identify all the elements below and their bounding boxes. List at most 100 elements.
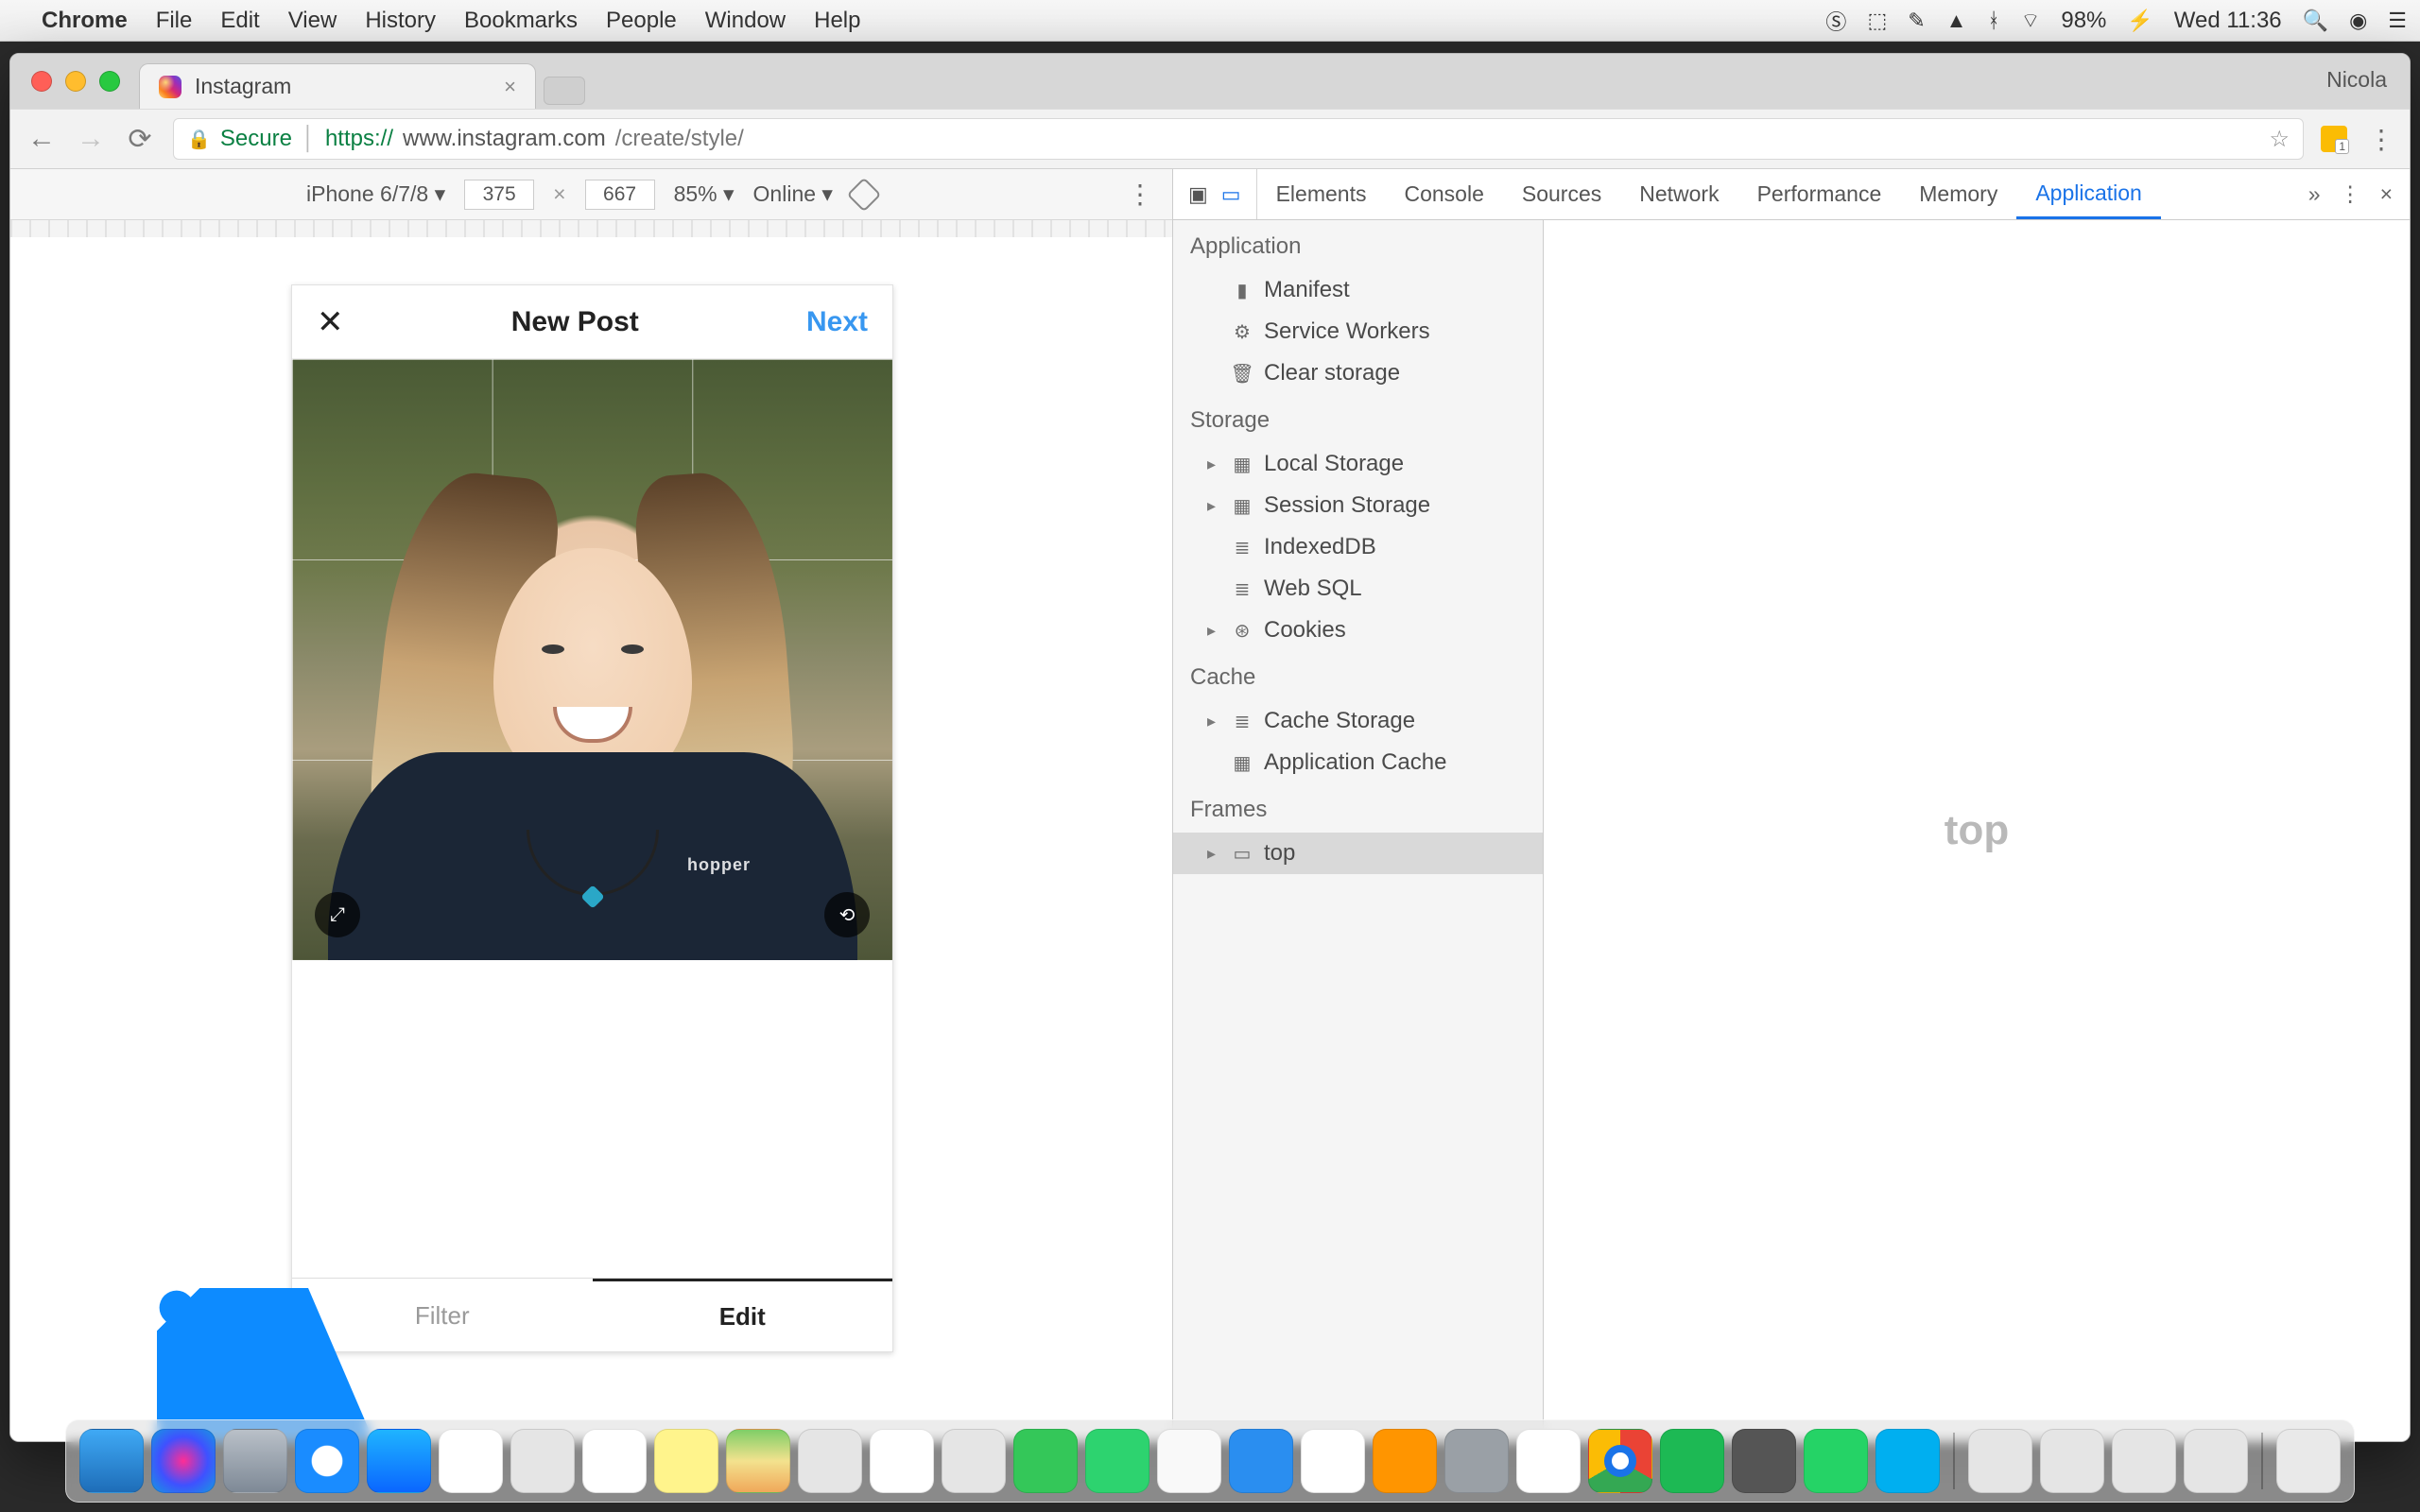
- dock-minimized-3[interactable]: [2184, 1429, 2248, 1493]
- dock-app-whatsapp[interactable]: [1804, 1429, 1868, 1493]
- dock-app-spotify[interactable]: [1660, 1429, 1724, 1493]
- dock-app-itunes[interactable]: [1301, 1429, 1365, 1493]
- address-bar[interactable]: 🔒 Secure │ https://www.instagram.com/cre…: [173, 118, 2304, 160]
- sidebar-item-service-workers[interactable]: ▸⚙Service Workers: [1173, 311, 1543, 352]
- inspect-element-icon[interactable]: ▣: [1188, 182, 1208, 207]
- devtools-close-button[interactable]: ×: [2380, 181, 2393, 207]
- newpost-close-button[interactable]: ✕: [317, 303, 344, 341]
- dock-app-chromed[interactable]: [1588, 1429, 1652, 1493]
- menubar-view[interactable]: View: [288, 8, 337, 34]
- menubar-history[interactable]: History: [365, 8, 436, 34]
- dropbox-menubar-icon[interactable]: ⬚: [1867, 9, 1887, 33]
- chrome-profile-name[interactable]: Nicola: [2326, 67, 2387, 93]
- devtools-tab-elements[interactable]: Elements: [1257, 169, 1386, 219]
- window-zoom-button[interactable]: [99, 71, 120, 92]
- network-throttle-select[interactable]: Online: [753, 181, 833, 207]
- sidebar-item-manifest[interactable]: ▸▮Manifest: [1173, 269, 1543, 311]
- menubar-bookmarks[interactable]: Bookmarks: [464, 8, 578, 34]
- siri-menubar-icon[interactable]: ◉: [2349, 9, 2367, 33]
- dock-app-ft[interactable]: [1085, 1429, 1150, 1493]
- device-select[interactable]: iPhone 6/7/8: [306, 181, 445, 207]
- sidebar-item-cache-storage[interactable]: ▸≣Cache Storage: [1173, 700, 1543, 742]
- devtools-tab-performance[interactable]: Performance: [1738, 169, 1901, 219]
- rotate-device-icon[interactable]: [847, 177, 882, 212]
- menubar-file[interactable]: File: [156, 8, 193, 34]
- battery-icon[interactable]: ⚡: [2127, 9, 2152, 33]
- dock-app-mail[interactable]: [439, 1429, 503, 1493]
- disclosure-triangle-icon[interactable]: ▸: [1207, 844, 1220, 864]
- sidebar-item-indexeddb[interactable]: ▸≣IndexedDB: [1173, 526, 1543, 568]
- dock-app-generic[interactable]: [510, 1429, 575, 1493]
- crop-expand-button[interactable]: ⤢: [315, 892, 360, 937]
- nav-back-button[interactable]: ←: [26, 123, 58, 155]
- disclosure-triangle-icon[interactable]: ▸: [1207, 455, 1220, 474]
- dock-app-evernote[interactable]: [1732, 1429, 1796, 1493]
- menubar-people[interactable]: People: [606, 8, 677, 34]
- dock-app-numbers[interactable]: [1157, 1429, 1221, 1493]
- dock-app-msgs[interactable]: [1013, 1429, 1078, 1493]
- dock-app-ibooks[interactable]: [1373, 1429, 1437, 1493]
- wifi-menubar-icon[interactable]: ⌔: [2021, 8, 2041, 34]
- menubar-clock[interactable]: Wed 11:36: [2174, 8, 2282, 34]
- skype-menubar-icon[interactable]: Ⓢ: [1825, 6, 1846, 36]
- evernote-menubar-icon[interactable]: ✎: [1908, 9, 1925, 33]
- devtools-tab-memory[interactable]: Memory: [1900, 169, 2016, 219]
- chrome-menu-button[interactable]: ⋮: [2368, 124, 2394, 155]
- dock-trash[interactable]: [2276, 1429, 2341, 1493]
- menubar-app-name[interactable]: Chrome: [42, 8, 128, 34]
- menubar-edit[interactable]: Edit: [220, 8, 259, 34]
- dock-app-maps[interactable]: [726, 1429, 790, 1493]
- sidebar-item-web-sql[interactable]: ▸≣Web SQL: [1173, 568, 1543, 610]
- devtools-tab-application[interactable]: Application: [2016, 169, 2161, 219]
- device-width-input[interactable]: [464, 180, 534, 210]
- dock-minimized-2[interactable]: [2112, 1429, 2176, 1493]
- newpost-next-button[interactable]: Next: [806, 306, 868, 338]
- devtools-settings-menu[interactable]: ⋮: [2340, 181, 2361, 207]
- browser-tab-instagram[interactable]: Instagram ×: [139, 63, 536, 109]
- tab-close-button[interactable]: ×: [504, 75, 516, 99]
- dock-minimized-0[interactable]: [1968, 1429, 2032, 1493]
- dock-app-launchpad[interactable]: [223, 1429, 287, 1493]
- window-close-button[interactable]: [31, 71, 52, 92]
- rotate-photo-button[interactable]: ⟲: [824, 892, 870, 937]
- disclosure-triangle-icon[interactable]: ▸: [1207, 712, 1220, 731]
- dock-app-notes[interactable]: [654, 1429, 718, 1493]
- nav-reload-button[interactable]: ⟳: [124, 123, 156, 156]
- dock-app-calendar[interactable]: [582, 1429, 647, 1493]
- sidebar-item-session-storage[interactable]: ▸▦Session Storage: [1173, 485, 1543, 526]
- menubar-help[interactable]: Help: [814, 8, 860, 34]
- spotlight-icon[interactable]: 🔍: [2303, 9, 2328, 33]
- disclosure-triangle-icon[interactable]: ▸: [1207, 496, 1220, 516]
- adobe-menubar-icon[interactable]: ▲: [1946, 9, 1967, 33]
- new-tab-button[interactable]: [544, 77, 585, 105]
- devtools-tab-console[interactable]: Console: [1385, 169, 1502, 219]
- window-minimize-button[interactable]: [65, 71, 86, 92]
- devtools-tab-network[interactable]: Network: [1620, 169, 1737, 219]
- device-toolbar-more-button[interactable]: ⋮: [1127, 179, 1153, 210]
- tab-filter[interactable]: Filter: [292, 1279, 593, 1351]
- zoom-select[interactable]: 85%: [674, 181, 735, 207]
- dock-app-appstore[interactable]: [367, 1429, 431, 1493]
- dock-app-generic[interactable]: [798, 1429, 862, 1493]
- dock-app-safari[interactable]: [295, 1429, 359, 1493]
- sidebar-item-application-cache[interactable]: ▸▦Application Cache: [1173, 742, 1543, 783]
- bluetooth-menubar-icon[interactable]: ᚼ: [1987, 9, 1999, 33]
- device-height-input[interactable]: [585, 180, 655, 210]
- dock-app-photos[interactable]: [870, 1429, 934, 1493]
- dock-app-generic[interactable]: [942, 1429, 1006, 1493]
- extension-button[interactable]: [2321, 126, 2347, 152]
- newpost-photo-preview[interactable]: hopper ⤢ ⟲: [292, 359, 892, 960]
- disclosure-triangle-icon[interactable]: ▸: [1207, 621, 1220, 641]
- tab-edit[interactable]: Edit: [593, 1279, 893, 1351]
- sidebar-item-local-storage[interactable]: ▸▦Local Storage: [1173, 443, 1543, 485]
- sidebar-item-clear-storage[interactable]: ▸🗑Clear storage: [1173, 352, 1543, 394]
- dock-app-siri[interactable]: [151, 1429, 216, 1493]
- sidebar-item-cookies[interactable]: ▸⊛Cookies: [1173, 610, 1543, 651]
- battery-percent[interactable]: 98%: [2061, 8, 2106, 34]
- dock-app-sys[interactable]: [1444, 1429, 1509, 1493]
- toggle-device-toolbar-icon[interactable]: ▭: [1221, 182, 1241, 207]
- bookmark-star-icon[interactable]: ☆: [2269, 126, 2290, 153]
- dock-app-finder[interactable]: [79, 1429, 144, 1493]
- dock-app-skype[interactable]: [1876, 1429, 1940, 1493]
- menubar-window[interactable]: Window: [705, 8, 786, 34]
